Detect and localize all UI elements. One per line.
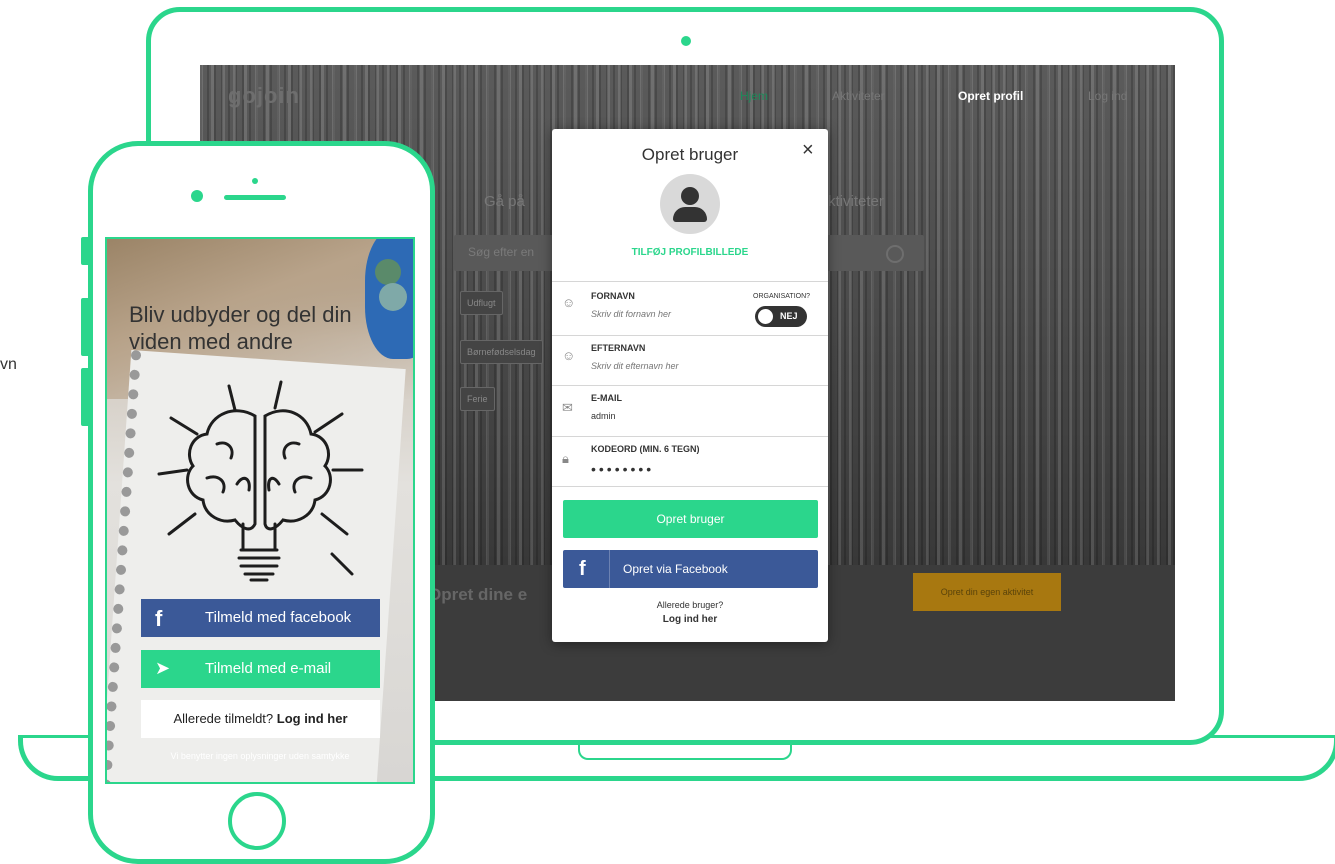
laptop-camera xyxy=(681,36,691,46)
chip-udflugt[interactable]: Udflugt xyxy=(460,291,503,315)
person-body-icon xyxy=(673,207,707,222)
phone-home-button[interactable] xyxy=(228,792,286,850)
organisation-toggle[interactable]: NEJ xyxy=(755,306,807,327)
hero-text-right: ktiviteter xyxy=(828,193,884,210)
modal-title: Opret bruger xyxy=(641,145,739,164)
nav-log-ind[interactable]: Log ind xyxy=(1088,89,1127,103)
phone-fine-print: Vi benytter ingen oplysninger uden samty… xyxy=(170,751,350,761)
phone-sensor xyxy=(252,178,258,184)
facebook-icon: f xyxy=(579,558,586,580)
phone-email-label: Tilmeld med e-mail xyxy=(205,660,332,677)
avatar-placeholder[interactable] xyxy=(660,174,720,234)
paint-dot xyxy=(375,259,401,285)
create-activity-button[interactable]: Opret din egen aktivitet xyxy=(913,573,1061,611)
user-icon: ☺ xyxy=(562,348,576,363)
phone-email-signup-button[interactable]: ➤ Tilmeld med e-mail xyxy=(141,650,380,688)
create-user-button[interactable]: Opret bruger xyxy=(563,500,818,538)
firstname-input[interactable] xyxy=(591,309,741,319)
facebook-button-label: Opret via Facebook xyxy=(623,562,728,576)
side-text-fragment: vn xyxy=(0,356,17,373)
divider xyxy=(552,385,828,386)
add-profile-photo-link[interactable]: TILFØJ PROFILBILLEDE xyxy=(552,247,828,258)
phone-screen: Bliv udbyder og del din viden med andre … xyxy=(105,237,415,784)
person-icon xyxy=(681,187,699,205)
divider xyxy=(552,281,828,282)
password-label: KODEORD (MIN. 6 TEGN) xyxy=(591,444,700,454)
facebook-signup-button[interactable]: f Opret via Facebook xyxy=(563,550,818,588)
signup-modal: Opret bruger × TILFØJ PROFILBILLEDE ☺ FO… xyxy=(552,129,828,642)
site-logo[interactable]: gojoin xyxy=(228,83,300,109)
phone-camera xyxy=(191,190,203,202)
phone-facebook-signup-button[interactable]: f Tilmeld med facebook xyxy=(141,599,380,637)
search-icon[interactable] xyxy=(886,245,904,263)
phone-login-link[interactable]: Log ind her xyxy=(277,711,348,726)
lastname-label: EFTERNAVN xyxy=(591,343,646,353)
button-separator xyxy=(609,550,610,588)
lastname-input[interactable] xyxy=(591,361,741,371)
divider xyxy=(552,486,828,487)
divider xyxy=(552,335,828,336)
chip-ferie[interactable]: Ferie xyxy=(460,387,495,411)
nav-aktiviteter[interactable]: Aktiviteter xyxy=(832,89,885,103)
lock-icon: 🔒︎ xyxy=(562,451,569,466)
close-icon[interactable]: × xyxy=(802,139,814,162)
phone-speaker xyxy=(224,195,286,200)
nav-hjem[interactable]: Hjem xyxy=(740,89,768,103)
phone-login-box: Allerede tilmeldt? Log ind her xyxy=(141,700,380,738)
user-icon: ☺ xyxy=(562,295,576,310)
nav-opret-profil[interactable]: Opret profil xyxy=(958,89,1023,103)
organisation-label: ORGANISATION? xyxy=(753,293,811,300)
phone-facebook-label: Tilmeld med facebook xyxy=(205,609,352,626)
login-link[interactable]: Log ind her xyxy=(552,614,828,625)
email-label: E-MAIL xyxy=(591,393,622,403)
facebook-icon: f xyxy=(155,606,163,631)
phone-already-text: Allerede tilmeldt? xyxy=(173,711,277,726)
toggle-value: NEJ xyxy=(780,311,798,321)
search-placeholder: Søg efter en xyxy=(468,245,535,259)
email-input[interactable] xyxy=(591,411,741,421)
phone-headline: Bliv udbyder og del din viden med andre xyxy=(129,302,352,354)
create-activity-text: Opret dine e xyxy=(428,585,528,604)
chip-boernefoedselsdag[interactable]: Børnefødselsdag xyxy=(460,340,543,364)
toggle-knob xyxy=(758,309,773,324)
divider xyxy=(552,436,828,437)
already-user-text: Allerede bruger? xyxy=(656,600,724,610)
hero-text-left: Gå på xyxy=(484,193,525,210)
mail-icon: ✉ xyxy=(562,400,573,415)
password-input[interactable]: •••••••• xyxy=(591,461,741,477)
paper-plane-icon: ➤ xyxy=(155,658,171,678)
brain-lightbulb-icon xyxy=(157,380,364,582)
firstname-label: FORNAVN xyxy=(591,291,635,301)
